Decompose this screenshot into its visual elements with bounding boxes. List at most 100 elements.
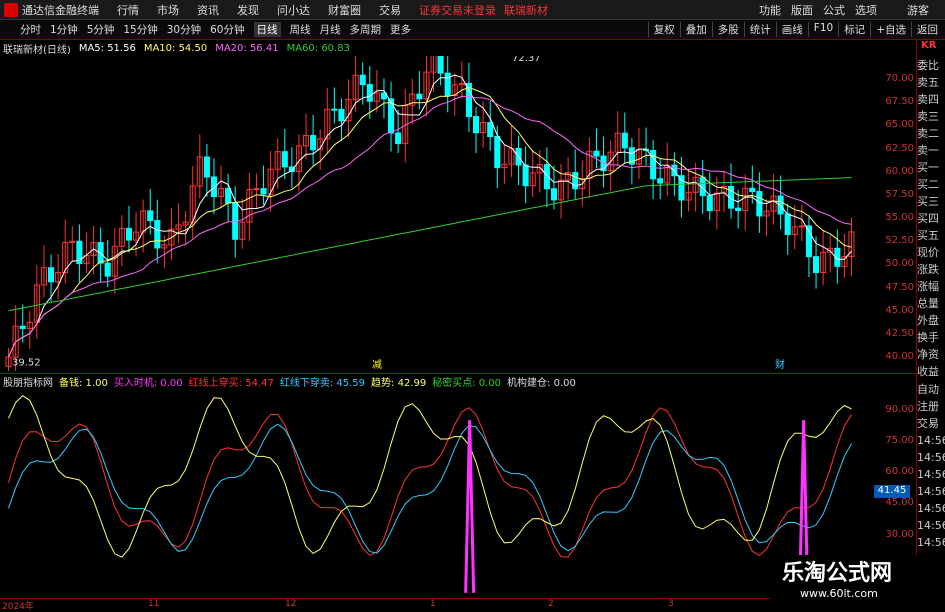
- ma-info-bar: 联瑞新材(日线) MA5: 51.56 MA10: 54.50 MA20: 56…: [0, 40, 945, 56]
- x-label: 12: [285, 599, 297, 609]
- price-tick: 60.00: [885, 165, 914, 177]
- candle-body: [154, 220, 161, 249]
- side-field-label: 买一: [917, 161, 939, 174]
- menu-item-quotes[interactable]: 行情: [117, 2, 139, 18]
- app-title: 通达信金融终端: [22, 3, 99, 17]
- ma20-label: MA20: 56.41: [215, 42, 279, 54]
- stock-name: 联瑞新材(日线): [3, 44, 71, 56]
- candle-body: [813, 256, 820, 273]
- user-label[interactable]: 游客: [907, 2, 929, 18]
- watermark-title: 乐淘公式网: [782, 561, 893, 586]
- tick-time: 14:56: [917, 434, 945, 447]
- candle-body: [444, 72, 451, 97]
- tick-time: 14:56: [917, 468, 945, 481]
- tool-draw[interactable]: 画线: [775, 22, 808, 37]
- tool-multi[interactable]: 多股: [711, 22, 744, 37]
- period-15min[interactable]: 15分钟: [123, 22, 157, 37]
- ma10-label: MA10: 54.50: [143, 42, 208, 54]
- candle-body: [650, 150, 657, 180]
- ind-blue: 红线下穿卖: 45.59: [279, 378, 366, 389]
- tool-overlay[interactable]: 叠加: [679, 22, 712, 37]
- ind-beixian: 备钱: 1.00: [59, 378, 108, 389]
- menu-item-trade[interactable]: 交易: [379, 2, 401, 18]
- candlestick-chart[interactable]: 72.37 39.52 减 财: [0, 56, 880, 371]
- tool-f10[interactable]: F10: [807, 22, 838, 37]
- tick-time: 14:56: [917, 485, 945, 498]
- x-label: 1: [430, 599, 436, 609]
- candle-body: [281, 151, 288, 168]
- indicator-tick: 45.00: [885, 497, 914, 509]
- tick-time: 14:56: [917, 536, 945, 549]
- candle-body: [253, 188, 260, 191]
- menu-formula[interactable]: 公式: [823, 2, 845, 18]
- period-weekly[interactable]: 周线: [290, 22, 311, 37]
- tool-add-watch[interactable]: +自选: [870, 22, 911, 37]
- candle-body: [260, 188, 267, 195]
- candle-body: [48, 267, 55, 283]
- login-notice[interactable]: 证券交易未登录: [419, 2, 496, 18]
- ma60-line: [8, 177, 852, 312]
- menu-layout[interactable]: 版面: [791, 2, 813, 18]
- menu-options[interactable]: 选项: [855, 2, 877, 18]
- watermark: 乐淘公式网 www.60lt.com: [770, 555, 945, 609]
- price-tick: 70.00: [885, 73, 914, 85]
- candle-body: [735, 207, 742, 212]
- price-tick: 62.50: [885, 142, 914, 154]
- ma5-line: [8, 74, 852, 358]
- side-field-label: 买二: [917, 178, 939, 191]
- candle-body: [494, 135, 501, 169]
- tool-back[interactable]: 返回: [911, 22, 943, 37]
- period-more[interactable]: 更多: [390, 22, 411, 37]
- price-tick: 67.50: [885, 96, 914, 108]
- event-badge: 减: [372, 359, 382, 371]
- period-monthly[interactable]: 月线: [320, 22, 341, 37]
- price-tick: 42.50: [885, 327, 914, 339]
- menu-item-discover[interactable]: 发现: [237, 2, 259, 18]
- period-tick[interactable]: 分时: [20, 22, 41, 37]
- price-tick: 52.50: [885, 235, 914, 247]
- tool-mark[interactable]: 标记: [838, 22, 870, 37]
- candle-body: [338, 108, 345, 122]
- watermark-url: www.60lt.com: [800, 587, 878, 600]
- ind-trend: 趋势: 42.99: [371, 378, 427, 389]
- menu-item-market[interactable]: 市场: [157, 2, 179, 18]
- period-30min[interactable]: 30分钟: [167, 22, 201, 37]
- candle-body: [593, 150, 600, 157]
- candle-body: [416, 93, 423, 100]
- menu-item-wealth[interactable]: 财富圈: [328, 2, 361, 18]
- period-1min[interactable]: 1分钟: [50, 22, 78, 37]
- period-multi[interactable]: 多周期: [350, 22, 382, 37]
- side-field-label: 委比: [917, 59, 939, 72]
- x-label: 11: [148, 599, 160, 609]
- candle-body: [657, 178, 664, 184]
- menu-item-ask[interactable]: 问小达: [277, 2, 310, 18]
- tool-stats[interactable]: 统计: [743, 22, 776, 37]
- tool-adjust[interactable]: 复权: [647, 22, 680, 37]
- period-daily[interactable]: 日线: [253, 22, 281, 37]
- candle-body: [522, 164, 529, 187]
- candle-body: [756, 191, 763, 217]
- price-tick: 45.00: [885, 304, 914, 316]
- stock-short-name: 联瑞新材: [504, 3, 548, 17]
- order-book-panel: 委比 卖五 卖四 卖三 卖二 卖一 买一 买二 买三 买四 买五 现价 涨跌 涨幅 总量 外盘 换手 净资 收益: [916, 57, 945, 381]
- side-panel-header[interactable]: KR: [916, 40, 945, 57]
- indicator-current-value: 41.45: [874, 485, 910, 498]
- indicator-name: 股朋指标网: [3, 378, 53, 389]
- period-5min[interactable]: 5分钟: [87, 22, 115, 37]
- ind-buy: 买入时机: 0.00: [113, 378, 183, 389]
- indicator-tick: 60.00: [885, 466, 914, 478]
- candle-body: [473, 116, 480, 134]
- ind-secret: 秘密买点: 0.00: [432, 378, 502, 389]
- tick-time: 14:56: [917, 451, 945, 464]
- candle-body: [437, 56, 444, 74]
- side-field-label: 净资: [917, 348, 939, 361]
- period-60min[interactable]: 60分钟: [210, 22, 244, 37]
- side-field-label: 买五: [917, 229, 939, 242]
- candle-body: [19, 325, 26, 330]
- x-label: 2024年: [2, 602, 34, 612]
- menu-item-news[interactable]: 资讯: [197, 2, 219, 18]
- menu-function[interactable]: 功能: [759, 2, 781, 18]
- indicator-chart[interactable]: [0, 389, 880, 597]
- menu-bar: 通达信金融终端 行情 市场 资讯 发现 问小达 财富圈 交易 证券交易未登录 联…: [0, 0, 945, 20]
- ind-inst: 机构建仓: 0.00: [507, 378, 576, 389]
